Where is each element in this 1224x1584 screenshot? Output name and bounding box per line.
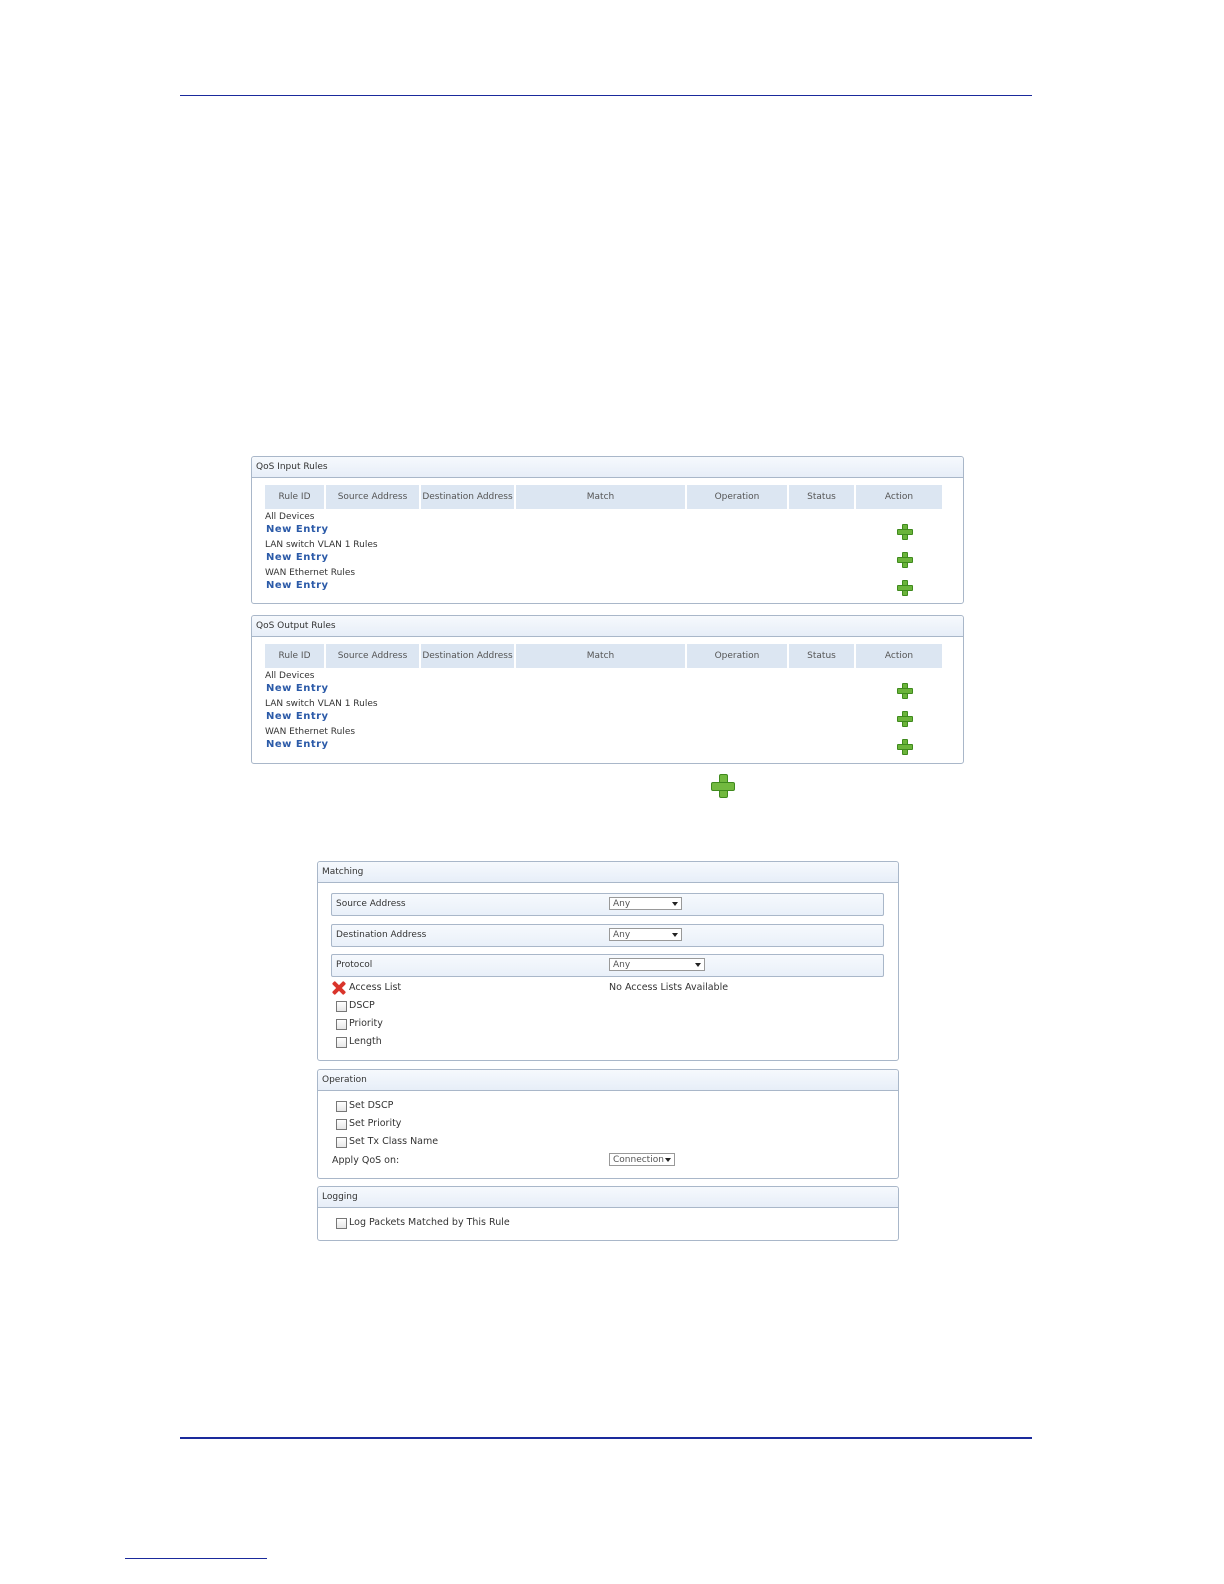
source-address-row: Source Address Any [331,893,884,916]
header-rule [180,95,1032,96]
new-entry-link[interactable]: New Entry [266,580,329,591]
chevron-down-icon [672,902,678,906]
table-header: Rule ID Source Address Destination Addre… [265,485,944,509]
remove-icon[interactable] [332,981,346,995]
panel-title: Logging [318,1187,898,1208]
add-icon[interactable] [897,580,913,596]
col-rule-id: Rule ID [265,485,324,509]
add-icon[interactable] [897,524,913,540]
new-entry-link[interactable]: New Entry [266,552,329,563]
col-destination-address: Destination Address [421,644,514,668]
chevron-down-icon [665,1158,671,1162]
panel-title: QoS Output Rules [252,616,963,637]
selected-value: Any [613,899,631,909]
col-status: Status [789,485,854,509]
footer-rule [180,1437,1032,1439]
panel-title: Matching [318,862,898,883]
col-action: Action [856,644,942,668]
col-rule-id: Rule ID [265,644,324,668]
set-tx-class-label: Set Tx Class Name [349,1136,439,1147]
group-label-wan-ethernet: WAN Ethernet Rules [265,727,356,737]
qos-output-rules-panel: QoS Output Rules Rule ID Source Address … [251,615,964,764]
destination-address-row: Destination Address Any [331,924,884,947]
col-operation: Operation [687,485,787,509]
log-packets-checkbox[interactable] [336,1218,347,1229]
matching-panel: Matching Source Address Any Destination … [317,861,899,1061]
col-operation: Operation [687,644,787,668]
add-icon[interactable] [897,552,913,568]
add-icon[interactable] [897,711,913,727]
operation-panel: Operation Set DSCP Set Priority Set Tx C… [317,1069,899,1179]
col-match: Match [516,644,685,668]
col-action: Action [856,485,942,509]
priority-label: Priority [349,1018,383,1029]
dscp-label: DSCP [349,1000,375,1011]
log-packets-label: Log Packets Matched by This Rule [349,1217,510,1228]
new-entry-link[interactable]: New Entry [266,524,329,535]
new-entry-link[interactable]: New Entry [266,739,329,750]
selected-value: Connection [613,1155,664,1165]
group-label-lan-vlan1: LAN switch VLAN 1 Rules [265,699,378,709]
access-list-value: No Access Lists Available [609,982,729,993]
logging-panel: Logging Log Packets Matched by This Rule [317,1186,899,1241]
table-header: Rule ID Source Address Destination Addre… [265,644,944,668]
set-dscp-label: Set DSCP [349,1100,394,1111]
add-icon-large [711,774,735,798]
apply-qos-label: Apply QoS on: [332,1155,400,1166]
apply-qos-select[interactable]: Connection [609,1153,675,1166]
group-label-all-devices: All Devices [265,671,315,681]
destination-address-label: Destination Address [336,930,427,940]
col-destination-address: Destination Address [421,485,514,509]
set-dscp-checkbox[interactable] [336,1101,347,1112]
selected-value: Any [613,960,631,970]
add-icon[interactable] [897,739,913,755]
priority-checkbox[interactable] [336,1019,347,1030]
add-icon[interactable] [897,683,913,699]
source-address-select[interactable]: Any [609,897,682,910]
group-label-all-devices: All Devices [265,512,315,522]
col-status: Status [789,644,854,668]
length-checkbox[interactable] [336,1037,347,1048]
set-priority-checkbox[interactable] [336,1119,347,1130]
panel-title: QoS Input Rules [252,457,963,478]
access-list-label: Access List [349,982,402,993]
col-source-address: Source Address [326,485,419,509]
qos-input-rules-panel: QoS Input Rules Rule ID Source Address D… [251,456,964,604]
col-match: Match [516,485,685,509]
group-label-wan-ethernet: WAN Ethernet Rules [265,568,356,578]
set-tx-class-checkbox[interactable] [336,1137,347,1148]
protocol-label: Protocol [336,960,373,970]
selected-value: Any [613,930,631,940]
panel-title: Operation [318,1070,898,1091]
set-priority-label: Set Priority [349,1118,402,1129]
protocol-row: Protocol Any [331,954,884,977]
length-label: Length [349,1036,382,1047]
source-address-label: Source Address [336,899,406,909]
col-source-address: Source Address [326,644,419,668]
new-entry-link[interactable]: New Entry [266,683,329,694]
destination-address-select[interactable]: Any [609,928,682,941]
group-label-lan-vlan1: LAN switch VLAN 1 Rules [265,540,378,550]
dscp-checkbox[interactable] [336,1001,347,1012]
chevron-down-icon [695,963,701,967]
new-entry-link[interactable]: New Entry [266,711,329,722]
footer-short-rule [125,1558,267,1559]
chevron-down-icon [672,933,678,937]
protocol-select[interactable]: Any [609,958,705,971]
